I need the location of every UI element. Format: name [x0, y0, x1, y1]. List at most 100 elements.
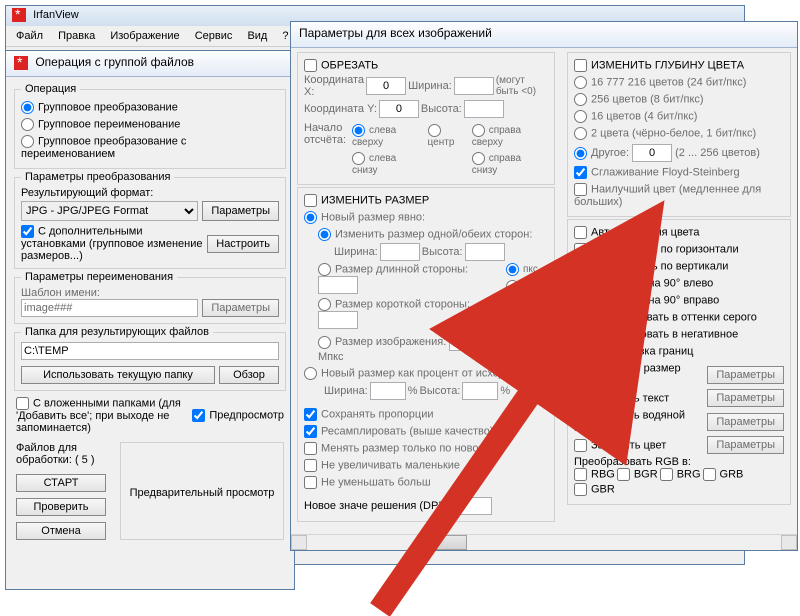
extra-settings-row[interactable]: С дополнительными установками (групповое…: [21, 225, 203, 262]
resample-checkbox[interactable]: [304, 425, 317, 438]
change-depth-row[interactable]: ИЗМЕНИТЬ ГЛУБИНУ ЦВЕТА: [574, 57, 784, 74]
rotl-checkbox[interactable]: [574, 277, 587, 290]
flipv-checkbox[interactable]: [574, 260, 587, 273]
crop-width-input[interactable]: [454, 77, 494, 95]
resize-width-input[interactable]: [380, 243, 420, 261]
change-depth-checkbox[interactable]: [574, 59, 587, 72]
newsize-pct-row[interactable]: Новый размер как процент от исходного:: [304, 365, 548, 382]
rotl-row[interactable]: Повернуть на 90° влево: [574, 275, 784, 292]
scroll-right-arrow[interactable]: [781, 535, 797, 550]
canvassize-checkbox[interactable]: [574, 362, 587, 375]
dpi-input[interactable]: [452, 497, 492, 515]
radio-group-convren[interactable]: [21, 135, 34, 148]
radio-group-ren-row[interactable]: Групповое переименование: [21, 116, 279, 133]
newsize-pct-radio[interactable]: [304, 367, 317, 380]
only-dpi-row[interactable]: Менять размер только по новому: [304, 440, 548, 457]
newsize-explicit-radio[interactable]: [304, 211, 317, 224]
use-current-folder-button[interactable]: Использовать текущую папку: [21, 366, 215, 384]
origin-lb-radio[interactable]: [352, 152, 365, 165]
width-pct-input[interactable]: [370, 382, 406, 400]
keep-aspect-checkbox[interactable]: [304, 408, 317, 421]
crop-height-input[interactable]: [464, 100, 504, 118]
floyd-checkbox[interactable]: [574, 166, 587, 179]
c16-row[interactable]: 16 цветов (4 бит/пкс): [574, 108, 784, 125]
menu-view[interactable]: Вид: [241, 28, 273, 44]
origin-c-row[interactable]: центр: [428, 122, 468, 150]
short-side-radio[interactable]: [318, 298, 331, 311]
toneg-checkbox[interactable]: [574, 328, 587, 341]
grb-checkbox[interactable]: [703, 468, 716, 481]
addtext-checkbox[interactable]: [574, 392, 587, 405]
resample-row[interactable]: Ресамплировать (выше качество): [304, 423, 548, 440]
radio-group-convren-row[interactable]: Групповое преобразование с переименовани…: [21, 133, 279, 162]
format-select[interactable]: JPG - JPG/JPEG Format: [21, 201, 198, 221]
addtext-row[interactable]: Добавить текст: [574, 390, 707, 407]
origin-rt-row[interactable]: справа сверху: [472, 122, 548, 150]
autocorrect-checkbox[interactable]: [574, 226, 587, 239]
radio-group-ren[interactable]: [21, 118, 34, 131]
img-size-radio[interactable]: [318, 336, 331, 349]
rotr-checkbox[interactable]: [574, 294, 587, 307]
canvassize-row[interactable]: Изменить размер холста: [574, 360, 707, 389]
togray-checkbox[interactable]: [574, 311, 587, 324]
setup-button[interactable]: Настроить: [207, 235, 279, 253]
flipv-row[interactable]: Перевернуть по вертикали: [574, 258, 784, 275]
rotr-row[interactable]: Повернуть на 90° вправо: [574, 292, 784, 309]
crop-row[interactable]: ОБРЕЗАТЬ: [304, 57, 548, 74]
no-enlarge-row[interactable]: Не увеличивать маленькие: [304, 457, 548, 474]
long-side-input[interactable]: [318, 276, 358, 294]
origin-lt-radio[interactable]: [352, 124, 365, 137]
origin-rt-radio[interactable]: [472, 124, 485, 137]
c16m-radio[interactable]: [574, 76, 587, 89]
only-dpi-checkbox[interactable]: [304, 442, 317, 455]
watermark-row[interactable]: Добавить водяной знак: [574, 407, 707, 436]
resize-row[interactable]: ИЗМЕНИТЬ РАЗМЕР: [304, 192, 548, 209]
check-button[interactable]: Проверить: [16, 498, 106, 516]
rbg-row[interactable]: RBG: [574, 468, 615, 481]
cother-radio[interactable]: [574, 147, 587, 160]
c2-radio[interactable]: [574, 127, 587, 140]
origin-lt-row[interactable]: слева сверху: [352, 122, 424, 150]
newsize-explicit-row[interactable]: Новый размер явно:: [304, 209, 548, 226]
brg-checkbox[interactable]: [660, 468, 673, 481]
preview-checkbox[interactable]: [192, 409, 205, 422]
c16-radio[interactable]: [574, 110, 587, 123]
coord-x-input[interactable]: [366, 77, 406, 95]
change-oneboth-row[interactable]: Изменить размер одной/обеих сторон:: [318, 226, 548, 243]
coord-y-input[interactable]: [379, 100, 419, 118]
toneg-row[interactable]: Преобразовать в негативное: [574, 326, 784, 343]
no-enlarge-checkbox[interactable]: [304, 459, 317, 472]
bestcolor-row[interactable]: Наилучший цвет (медленнее для больших): [574, 181, 784, 210]
long-side-row[interactable]: Размер длинной стороны:: [318, 261, 506, 296]
img-size-row[interactable]: Размер изображения: Мпкс: [318, 331, 506, 365]
subfolders-checkbox[interactable]: [16, 397, 29, 410]
menu-file[interactable]: Файл: [10, 28, 49, 44]
unit-px-radio[interactable]: [506, 263, 519, 276]
floyd-row[interactable]: Сглаживание Floyd-Steinberg: [574, 164, 784, 181]
menu-edit[interactable]: Правка: [52, 28, 101, 44]
resize-checkbox[interactable]: [304, 194, 317, 207]
preview-row[interactable]: Предпросмотр: [192, 409, 284, 422]
c256-row[interactable]: 256 цветов (8 бит/пкс): [574, 91, 784, 108]
autocorrect-row[interactable]: Автокоррекция цвета: [574, 224, 784, 241]
crop-checkbox[interactable]: [304, 59, 317, 72]
gbr-checkbox[interactable]: [574, 483, 587, 496]
long-side-radio[interactable]: [318, 263, 331, 276]
watermark-checkbox[interactable]: [574, 409, 587, 422]
cancel-button[interactable]: Отмена: [16, 522, 106, 540]
cother-input[interactable]: [632, 144, 672, 162]
radio-group-conv-row[interactable]: Групповое преобразование: [21, 99, 279, 116]
autocrop-row[interactable]: Автообрезка границ: [574, 343, 784, 360]
bestcolor-checkbox[interactable]: [574, 183, 587, 196]
autocrop-checkbox[interactable]: [574, 345, 587, 358]
cother-row[interactable]: Другое: (2 ... 256 цветов): [574, 142, 784, 164]
grb-row[interactable]: GRB: [703, 468, 744, 481]
menu-image[interactable]: Изображение: [104, 28, 185, 44]
extra-settings-checkbox[interactable]: [21, 225, 34, 238]
no-shrink-row[interactable]: Не уменьшать больш: [304, 474, 548, 491]
togray-row[interactable]: Преобразовать в оттенки серого: [574, 309, 784, 326]
brg-row[interactable]: BRG: [660, 468, 701, 481]
resize-height-input[interactable]: [465, 243, 505, 261]
menu-service[interactable]: Сервис: [189, 28, 239, 44]
unit-cm-radio[interactable]: [506, 280, 519, 293]
